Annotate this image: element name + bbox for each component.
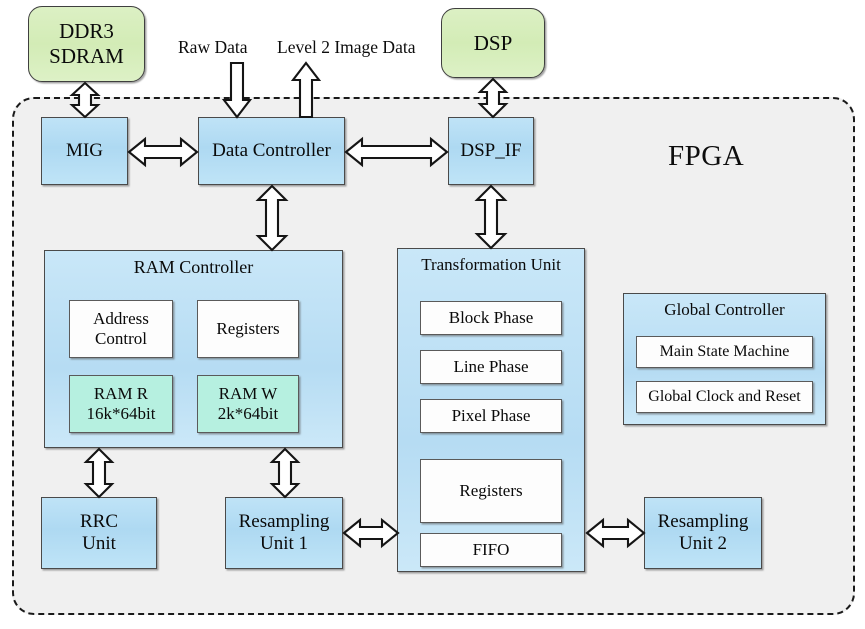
mig-block: MIG (41, 117, 128, 185)
arrow-ram-controller-rrc-unit (83, 447, 115, 499)
global-clock-and-reset-label: Global Clock and Reset (648, 387, 801, 405)
block-phase-label: Block Phase (448, 307, 534, 327)
ram-r-line1: RAM R (93, 383, 149, 403)
arrow-raw-data-in (221, 61, 253, 119)
transformation-registers-label: Registers (459, 480, 523, 500)
address-control-line2: Control (95, 329, 147, 348)
registers-label: Registers (216, 318, 280, 338)
arrow-data-controller-dspif (344, 136, 449, 168)
data-controller-block: Data Controller (198, 117, 345, 185)
raw-data-label: Raw Data (178, 37, 248, 57)
rrc-unit-line1: RRC (79, 510, 119, 532)
registers-block: Registers (197, 300, 299, 358)
arrow-dsp-dspif (477, 77, 509, 119)
arrow-ram-controller-resampling-unit-1 (269, 447, 301, 499)
arrow-ddr3-mig (69, 81, 101, 119)
main-state-machine-label: Main State Machine (659, 342, 790, 360)
address-control-block: Address Control (69, 300, 173, 358)
level2-image-data-label: Level 2 Image Data (277, 37, 416, 57)
rrc-unit-block: RRC Unit (41, 497, 157, 569)
ddr3-sdram-line1: DDR3 (59, 19, 114, 44)
block-diagram-canvas: FPGA DDR3 SDRAM DSP Raw Data Level 2 Ima… (0, 0, 865, 629)
ram-r-block: RAM R 16k*64bit (69, 375, 173, 433)
rrc-unit-line2: Unit (82, 533, 116, 554)
arrow-transformation-unit-resampling-unit-2 (585, 517, 646, 549)
fifo-block: FIFO (420, 533, 562, 567)
main-state-machine-block: Main State Machine (636, 336, 813, 368)
ram-w-line2: 2k*64bit (217, 404, 279, 423)
resampling-unit-2-line2: Unit 2 (678, 533, 728, 554)
dsp-if-label: DSP_IF (460, 139, 522, 161)
pixel-phase-label: Pixel Phase (451, 405, 531, 425)
dsp-label: DSP (473, 30, 513, 55)
ddr3-sdram-block: DDR3 SDRAM (28, 6, 145, 82)
transformation-unit-title: Transformation Unit (421, 255, 561, 274)
ddr3-sdram-line2: SDRAM (49, 44, 124, 68)
fpga-label: FPGA (668, 140, 745, 172)
resampling-unit-2-block: Resampling Unit 2 (644, 497, 762, 569)
global-clock-and-reset-block: Global Clock and Reset (636, 381, 813, 413)
resampling-unit-1-line2: Unit 1 (259, 533, 309, 554)
ram-w-line1: RAM W (218, 383, 278, 403)
line-phase-block: Line Phase (420, 350, 562, 384)
resampling-unit-1-line1: Resampling (238, 510, 330, 532)
global-controller-title: Global Controller (664, 300, 785, 319)
arrow-level2-image-data-out (290, 61, 322, 119)
transformation-registers-block: Registers (420, 459, 562, 523)
block-phase-block: Block Phase (420, 301, 562, 335)
mig-label: MIG (66, 139, 103, 161)
arrow-data-controller-ram-controller (255, 184, 289, 252)
dsp-block: DSP (441, 8, 545, 78)
fifo-label: FIFO (472, 539, 510, 559)
arrow-mig-data-controller (127, 136, 199, 168)
resampling-unit-2-line1: Resampling (657, 510, 749, 532)
ram-r-line2: 16k*64bit (86, 404, 156, 423)
ram-controller-title: RAM Controller (133, 257, 254, 277)
arrow-dspif-transformation-unit (474, 184, 508, 250)
address-control-line1: Address (93, 308, 149, 328)
dsp-if-block: DSP_IF (448, 117, 534, 185)
data-controller-label: Data Controller (212, 139, 331, 161)
pixel-phase-block: Pixel Phase (420, 399, 562, 433)
arrow-resampling-unit-1-transformation-unit (342, 517, 400, 549)
ram-w-block: RAM W 2k*64bit (197, 375, 299, 433)
resampling-unit-1-block: Resampling Unit 1 (225, 497, 343, 569)
line-phase-label: Line Phase (453, 356, 529, 376)
